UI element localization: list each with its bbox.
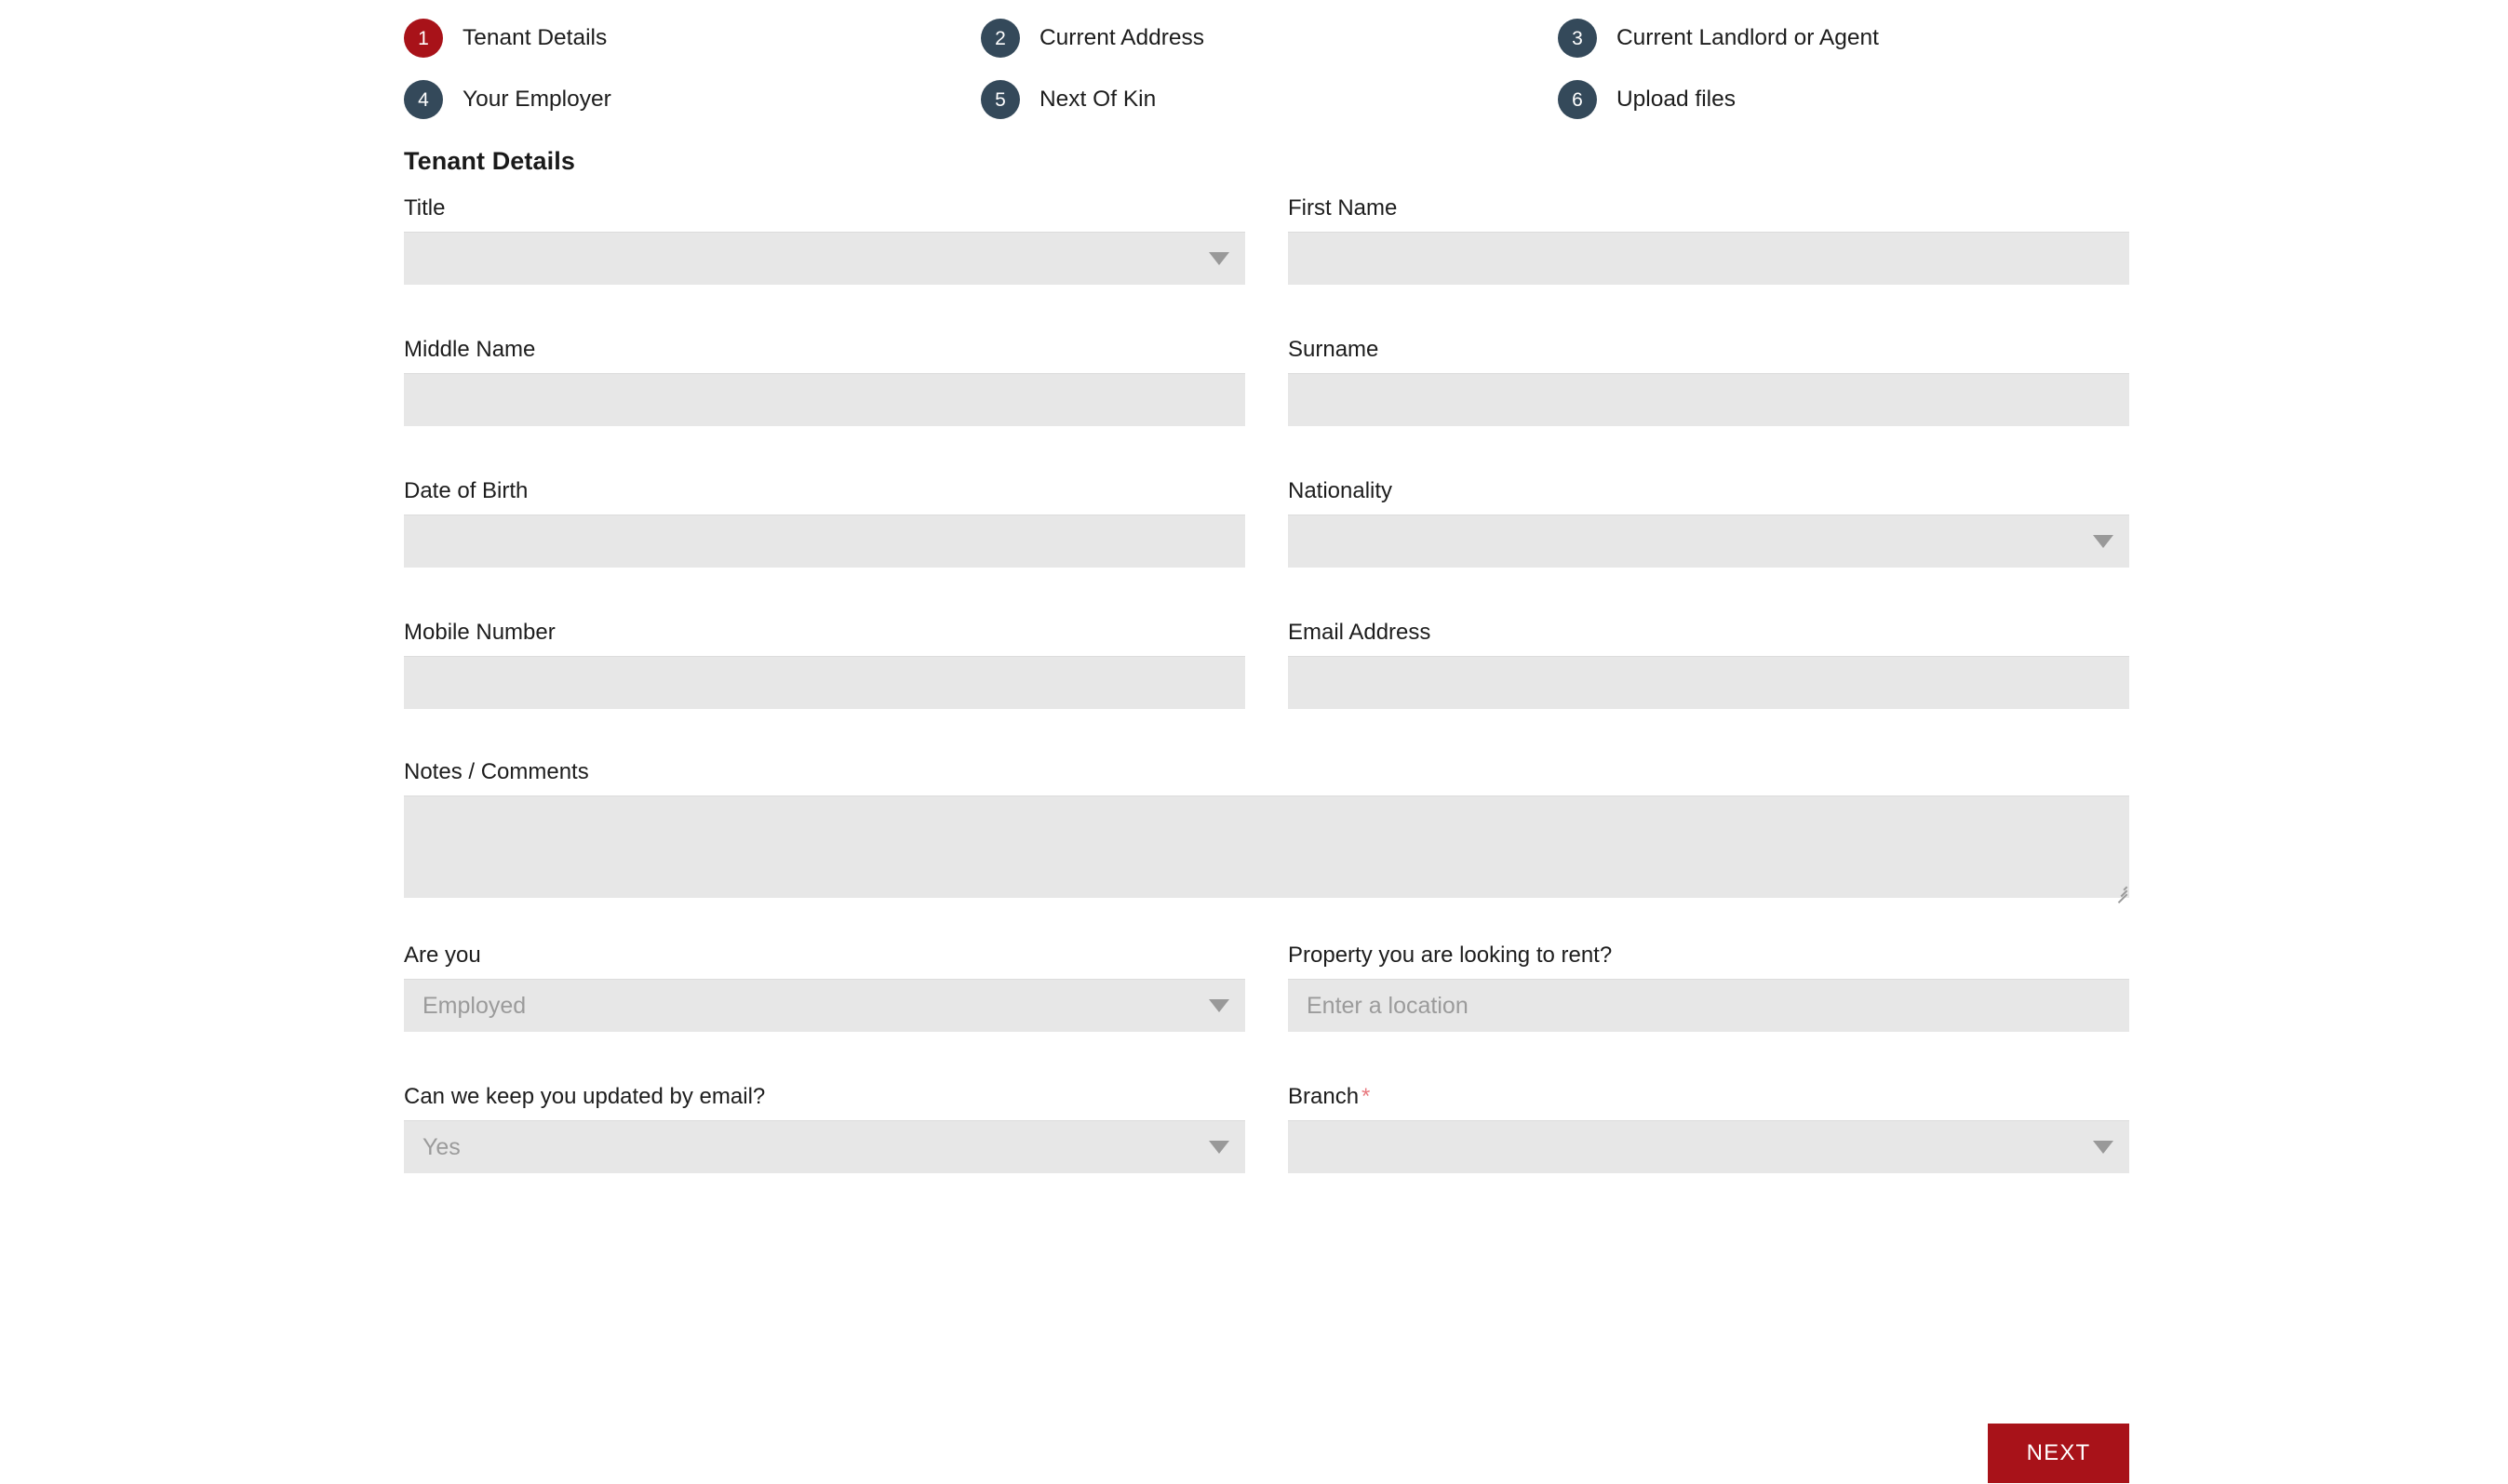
tenant-details-form: Title First Name Middle Name Surname Dat…	[404, 197, 2129, 1173]
form-row: Are you Employed Property you are lookin…	[404, 944, 2129, 1032]
field-label: Branch *	[1288, 1086, 2129, 1120]
form-row: Title First Name	[404, 197, 2129, 285]
email-address-input[interactable]	[1288, 656, 2129, 709]
form-column: Email Address	[1267, 622, 2129, 709]
chevron-down-icon	[2093, 1141, 2113, 1154]
field-email-updates: Can we keep you updated by email? Yes	[404, 1086, 1245, 1173]
form-column: Are you Employed	[404, 944, 1267, 1032]
step-number-badge: 5	[980, 80, 1020, 119]
form-column: Middle Name	[404, 339, 1267, 426]
step-number-badge: 1	[404, 19, 443, 58]
step-item-upload-files[interactable]: 6 Upload files	[1557, 69, 2135, 130]
step-item-current-address[interactable]: 2 Current Address	[980, 7, 1558, 69]
form-row: Date of Birth Nationality	[404, 480, 2129, 568]
field-label: First Name	[1288, 195, 1398, 221]
nationality-select[interactable]	[1288, 515, 2129, 568]
form-column: Date of Birth	[404, 480, 1267, 568]
step-number-badge: 4	[404, 80, 443, 119]
field-label: Can we keep you updated by email?	[404, 1084, 766, 1109]
step-label: Current Landlord or Agent	[1616, 25, 1879, 50]
title-select[interactable]	[404, 232, 1245, 285]
field-label: Title	[404, 195, 446, 221]
field-date-of-birth: Date of Birth	[404, 480, 1245, 568]
chevron-down-icon	[1209, 999, 1229, 1012]
field-surname: Surname	[1288, 339, 2129, 426]
next-button[interactable]: NEXT	[1988, 1424, 2129, 1483]
property-location-input[interactable]: Enter a location	[1288, 979, 2129, 1032]
field-title: Title	[404, 197, 1245, 285]
field-label: Date of Birth	[404, 478, 529, 503]
field-label: Property you are looking to rent?	[1288, 943, 1613, 968]
field-nationality: Nationality	[1288, 480, 2129, 568]
step-label: Next Of Kin	[1039, 87, 1157, 112]
step-label: Your Employer	[463, 87, 611, 112]
step-label: Tenant Details	[463, 25, 608, 50]
form-footer: NEXT	[404, 1424, 2129, 1483]
branch-select[interactable]	[1288, 1120, 2129, 1173]
field-first-name: First Name	[1288, 197, 2129, 285]
row-spacer	[404, 1032, 2129, 1086]
field-label: Are you	[404, 943, 481, 968]
branch-label-text: Branch	[1288, 1084, 1360, 1109]
form-column: Branch *	[1267, 1086, 2129, 1173]
row-spacer	[404, 285, 2129, 339]
step-item-current-landlord-or-agent[interactable]: 3 Current Landlord or Agent	[1557, 7, 2135, 69]
middle-name-input[interactable]	[404, 373, 1245, 426]
email-updates-select[interactable]: Yes	[404, 1120, 1245, 1173]
resize-handle-icon[interactable]	[2112, 881, 2127, 903]
field-label: Mobile Number	[404, 620, 556, 645]
required-asterisk: *	[1361, 1084, 1371, 1109]
form-column: Title	[404, 197, 1267, 285]
step-number-badge: 2	[980, 19, 1020, 58]
step-number-badge: 3	[1557, 19, 1597, 58]
form-column: First Name	[1267, 197, 2129, 285]
step-item-next-of-kin[interactable]: 5 Next Of Kin	[980, 69, 1558, 130]
step-item-your-employer[interactable]: 4 Your Employer	[404, 69, 981, 130]
form-row: Notes / Comments	[404, 759, 2129, 903]
step-label: Current Address	[1039, 25, 1205, 50]
surname-input[interactable]	[1288, 373, 2129, 426]
form-column: Property you are looking to rent? Enter …	[1267, 944, 2129, 1032]
field-are-you: Are you Employed	[404, 944, 1245, 1032]
step-number-badge: 6	[1557, 80, 1597, 119]
form-column: Mobile Number	[404, 622, 1267, 709]
chevron-down-icon	[1209, 1141, 1229, 1154]
field-mobile-number: Mobile Number	[404, 622, 1245, 709]
application-form-page: 1 Tenant Details 2 Current Address 3 Cur…	[0, 0, 2508, 1484]
field-email-address: Email Address	[1288, 622, 2129, 709]
section-title: Tenant Details	[404, 147, 575, 175]
field-label: Surname	[1288, 337, 1379, 362]
form-column: Surname	[1267, 339, 2129, 426]
form-row: Can we keep you updated by email? Yes Br…	[404, 1086, 2129, 1173]
field-branch: Branch *	[1288, 1086, 2129, 1173]
row-spacer	[404, 568, 2129, 622]
form-row: Mobile Number Email Address	[404, 622, 2129, 709]
field-middle-name: Middle Name	[404, 339, 1245, 426]
date-of-birth-input[interactable]	[404, 515, 1245, 568]
are-you-select[interactable]: Employed	[404, 979, 1245, 1032]
field-label: Email Address	[1288, 620, 1431, 645]
field-label: Nationality	[1288, 478, 1393, 503]
row-spacer	[404, 709, 2129, 761]
field-notes-comments: Notes / Comments	[404, 759, 2129, 903]
step-item-tenant-details[interactable]: 1 Tenant Details	[404, 7, 981, 69]
form-row: Middle Name Surname	[404, 339, 2129, 426]
field-label: Middle Name	[404, 337, 536, 362]
field-property-location: Property you are looking to rent? Enter …	[1288, 944, 2129, 1032]
row-spacer	[404, 898, 2129, 944]
mobile-number-input[interactable]	[404, 656, 1245, 709]
step-label: Upload files	[1616, 87, 1736, 112]
first-name-input[interactable]	[1288, 232, 2129, 285]
row-spacer	[404, 426, 2129, 480]
step-indicator-list: 1 Tenant Details 2 Current Address 3 Cur…	[404, 7, 2135, 130]
form-column: Notes / Comments	[404, 759, 2129, 903]
form-column: Nationality	[1267, 480, 2129, 568]
notes-comments-textarea[interactable]	[404, 795, 2129, 903]
chevron-down-icon	[2093, 535, 2113, 548]
form-column: Can we keep you updated by email? Yes	[404, 1086, 1267, 1173]
chevron-down-icon	[1209, 252, 1229, 265]
field-label: Notes / Comments	[404, 759, 589, 784]
